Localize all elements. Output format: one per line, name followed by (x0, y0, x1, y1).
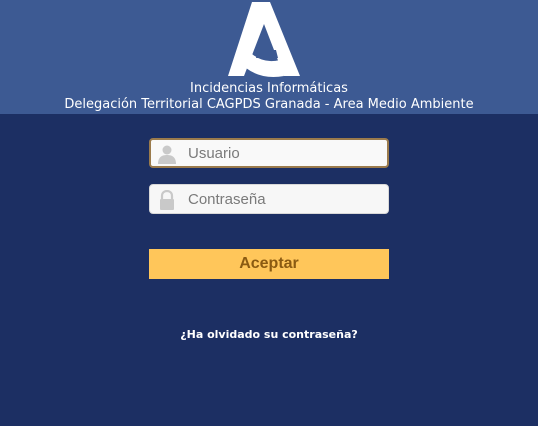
password-input[interactable] (188, 185, 383, 213)
app-title: Incidencias Informáticas (190, 81, 348, 96)
user-icon (158, 145, 176, 164)
lock-icon (160, 190, 174, 210)
forgot-password-link[interactable]: ¿Ha olvidado su contraseña? (0, 328, 538, 341)
username-field[interactable] (149, 138, 389, 168)
junta-andalucia-logo-icon (228, 2, 300, 77)
password-field[interactable] (149, 184, 389, 214)
accept-button[interactable]: Aceptar (149, 249, 389, 279)
app-subtitle: Delegación Territorial CAGPDS Granada - … (64, 97, 474, 112)
header-banner: Incidencias Informáticas Delegación Terr… (0, 0, 538, 114)
username-input[interactable] (188, 140, 383, 166)
